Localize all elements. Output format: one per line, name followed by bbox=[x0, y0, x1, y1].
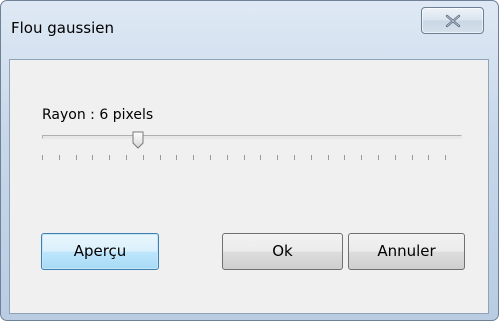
close-button[interactable] bbox=[421, 7, 484, 34]
title-bar[interactable]: Flou gaussien bbox=[1, 1, 498, 59]
radius-slider-thumb[interactable] bbox=[132, 131, 144, 149]
cancel-button[interactable]: Annuler bbox=[348, 233, 465, 270]
dialog-window: Flou gaussien Rayon : 6 pixels Aperçu Ok… bbox=[0, 0, 499, 321]
dialog-body: Rayon : 6 pixels Aperçu Ok Annuler bbox=[9, 59, 489, 314]
preview-button[interactable]: Aperçu bbox=[41, 233, 159, 270]
radius-label: Rayon : 6 pixels bbox=[42, 107, 154, 123]
close-icon bbox=[445, 14, 461, 28]
radius-slider-track[interactable] bbox=[42, 135, 462, 139]
radius-slider-ticks bbox=[42, 155, 446, 160]
dialog-title: Flou gaussien bbox=[11, 19, 115, 37]
ok-button[interactable]: Ok bbox=[222, 233, 343, 270]
